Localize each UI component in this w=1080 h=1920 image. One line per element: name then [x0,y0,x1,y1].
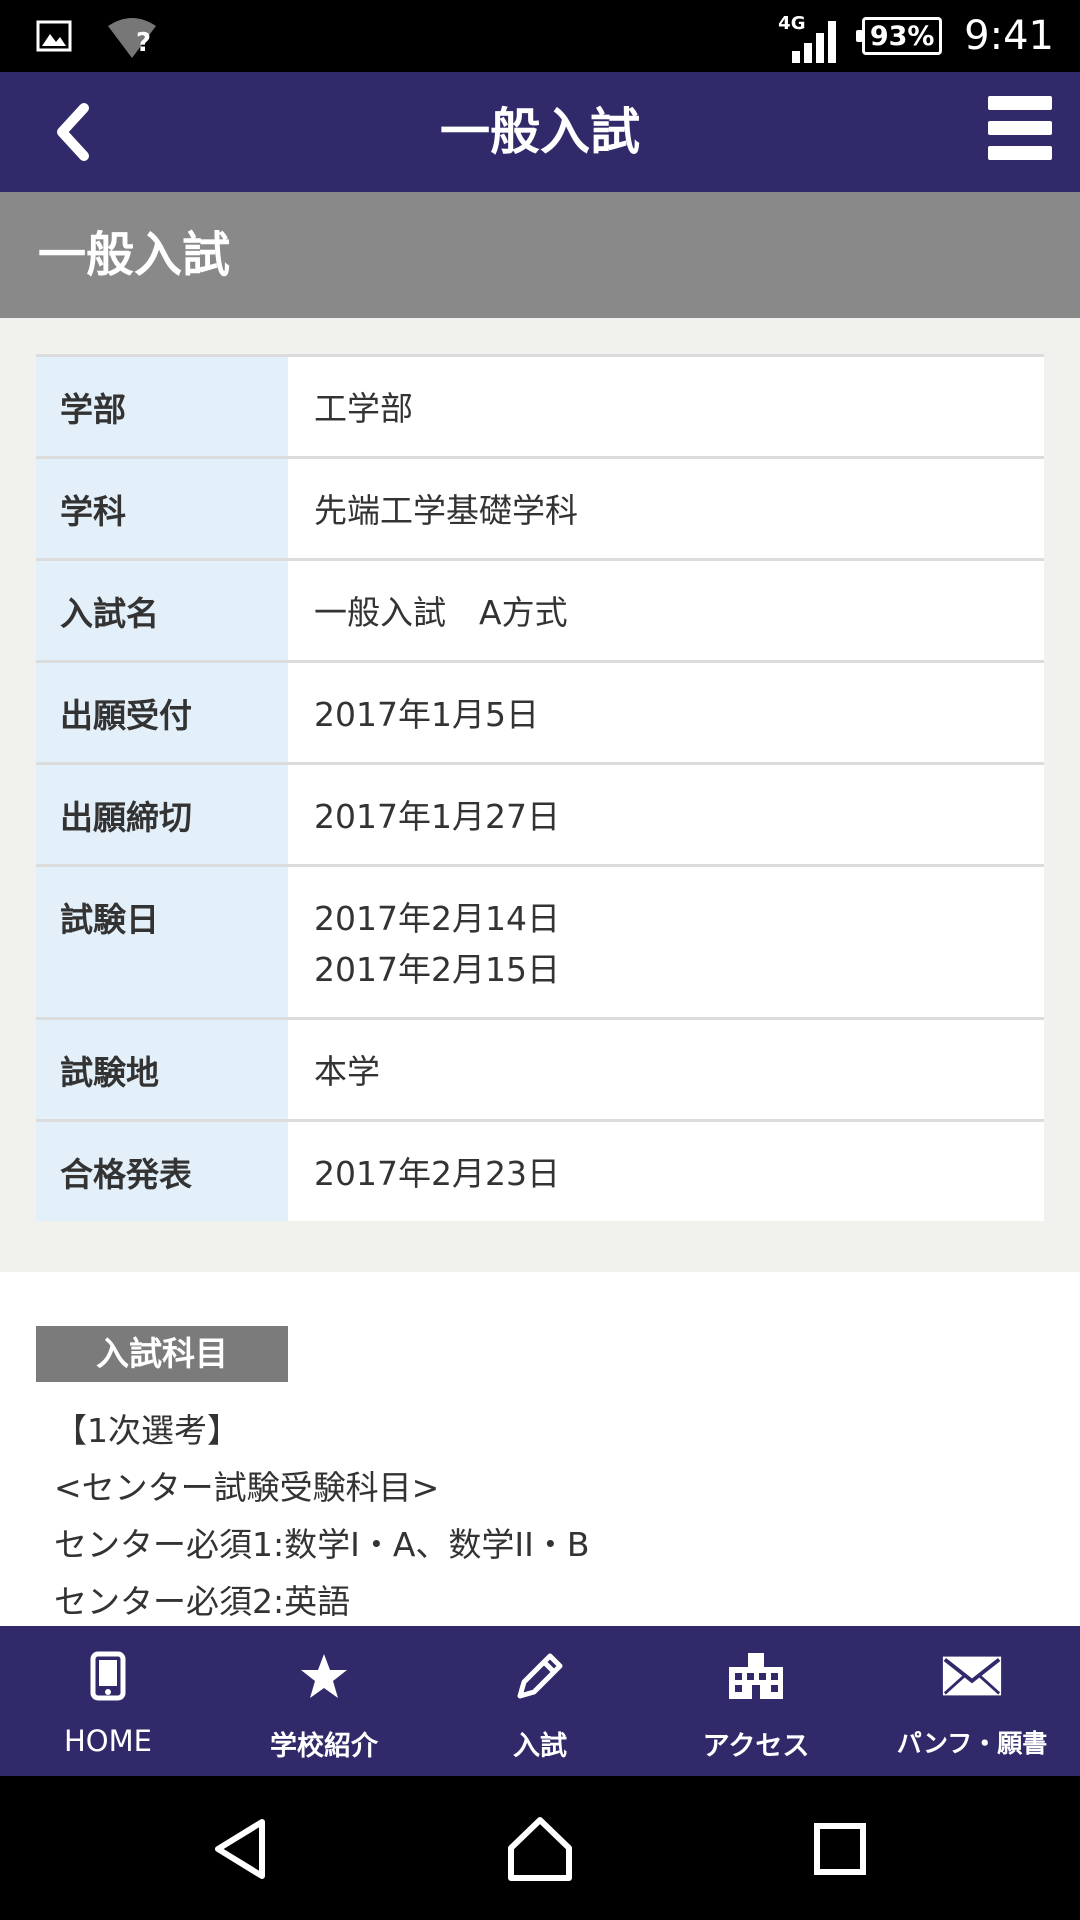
school-building-icon [724,1646,788,1706]
nav-home[interactable]: HOME [0,1626,216,1776]
nav-access[interactable]: アクセス [648,1626,864,1776]
row-label: 出願締切 [36,765,288,864]
table-row: 学部 工学部 [36,357,1044,459]
app-bar-title: 一般入試 [440,103,640,161]
table-row: 試験地 本学 [36,1020,1044,1122]
nav-label: 入試 [513,1731,567,1762]
subject-line: センター必須1:数学I・A、数学II・B [54,1525,590,1564]
image-notification-icon [36,20,72,56]
table-row: 試験日 2017年2月14日 2017年2月15日 [36,867,1044,1020]
chevron-left-icon [57,103,89,161]
row-label: 試験地 [36,1020,288,1119]
subject-line: 【1次選考】 [54,1411,240,1450]
smartphone-icon [76,1646,140,1706]
table-row: 出願受付 2017年1月5日 [36,663,1044,765]
row-label: 学科 [36,459,288,558]
row-value: 一般入試 A方式 [288,561,1044,660]
row-value: 2017年1月27日 [288,765,1044,864]
bottom-nav: HOME 学校紹介 入試 アクセス パンフ・願書 [0,1626,1080,1776]
exam-subjects-section: 入試科目 【1次選考】 <センター試験受験科目> センター必須1:数学I・A、数… [0,1272,1080,1626]
clock: 9:41 [964,13,1054,59]
subjects-text: 【1次選考】 <センター試験受験科目> センター必須1:数学I・A、数学II・B… [54,1402,590,1630]
page-title: 一般入試 [0,192,1080,318]
subject-line: <センター試験受験科目> [54,1468,440,1507]
table-row: 入試名 一般入試 A方式 [36,561,1044,663]
nav-label: HOME [64,1724,152,1758]
row-label: 学部 [36,357,288,456]
back-button[interactable] [46,98,106,166]
exam-date-1: 2017年2月14日 [314,899,560,938]
nav-school-intro[interactable]: 学校紹介 [216,1626,432,1776]
menu-button[interactable] [988,96,1052,160]
exam-info-table: 学部 工学部 学科 先端工学基礎学科 入試名 一般入試 A方式 出願受付 201… [36,354,1044,1221]
envelope-icon [940,1646,1004,1706]
subjects-badge: 入試科目 [36,1326,288,1382]
row-value: 工学部 [288,357,1044,456]
system-recents-button[interactable] [795,1804,885,1894]
nav-admission[interactable]: 入試 [432,1626,648,1776]
hamburger-line [988,121,1052,135]
app-bar: 一般入試 [0,72,1080,192]
square-recents-icon [814,1823,866,1875]
battery-indicator: 93% [856,17,943,55]
row-value: 先端工学基礎学科 [288,459,1044,558]
nav-label: アクセス [702,1731,810,1762]
cell-signal-icon: 4G [778,7,840,65]
exam-info-area: 学部 工学部 学科 先端工学基礎学科 入試名 一般入試 A方式 出願受付 201… [0,318,1080,1272]
nav-label: パンフ・願書 [896,1729,1048,1758]
row-value: 本学 [288,1020,1044,1119]
hamburger-menu-icon [988,96,1052,110]
wifi-unknown-mark: ? [136,28,152,58]
triangle-back-icon [215,1819,265,1879]
row-label: 入試名 [36,561,288,660]
system-home-button[interactable] [495,1804,585,1894]
battery-level: 93% [869,20,935,52]
system-back-button[interactable] [196,1804,286,1894]
pencil-icon [508,1646,572,1706]
row-value: 2017年2月14日 2017年2月15日 [288,867,1044,1017]
row-value: 2017年2月23日 [288,1122,1044,1221]
nav-label: 学校紹介 [270,1731,378,1762]
table-row: 合格発表 2017年2月23日 [36,1122,1044,1221]
status-bar: ? 4G 93% 9:41 [0,0,1080,72]
row-value: 2017年1月5日 [288,663,1044,762]
star-icon [292,1646,356,1706]
home-icon [508,1817,572,1881]
table-row: 出願締切 2017年1月27日 [36,765,1044,867]
system-nav-bar [0,1776,1080,1920]
hamburger-line [988,146,1052,160]
table-row: 学科 先端工学基礎学科 [36,459,1044,561]
row-label: 合格発表 [36,1122,288,1221]
row-label: 出願受付 [36,663,288,762]
wifi-icon: ? [106,18,158,58]
row-label: 試験日 [36,867,288,1017]
nav-brochure[interactable]: パンフ・願書 [864,1626,1080,1776]
exam-date-2: 2017年2月15日 [314,950,560,989]
subject-line: センター必須2:英語 [54,1582,351,1621]
